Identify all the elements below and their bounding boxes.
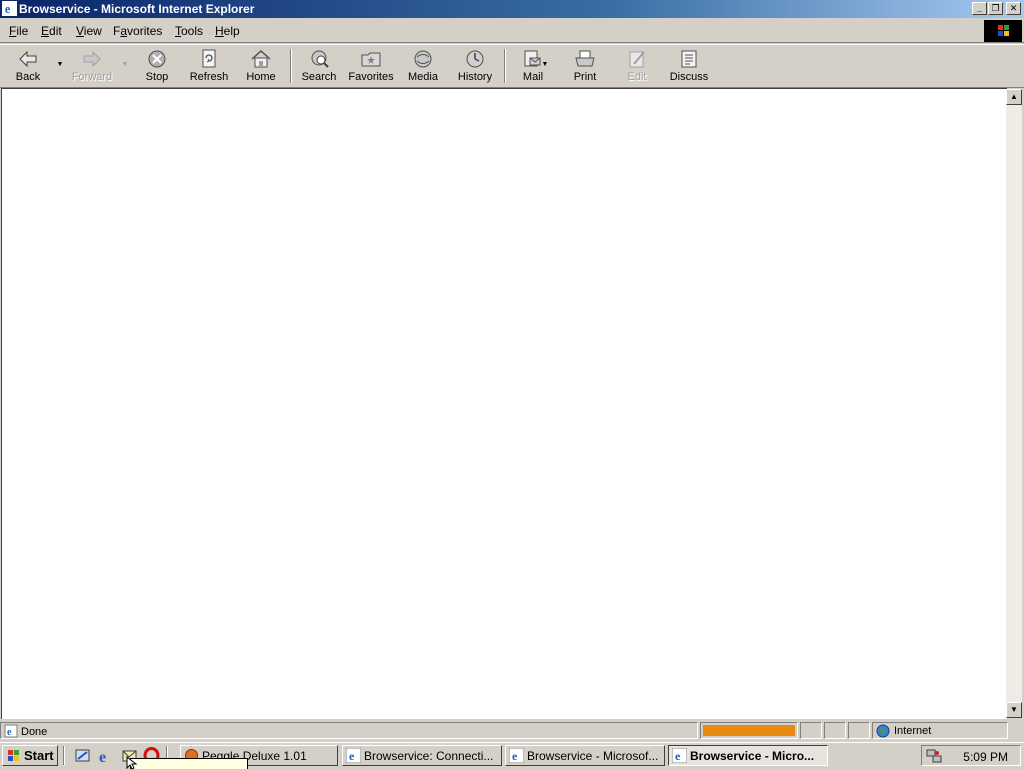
start-button[interactable]: Start [2,745,58,766]
menu-tools[interactable]: Tools [175,24,203,38]
network-icon[interactable] [926,748,942,764]
edit-button[interactable]: Edit [611,45,663,87]
show-desktop-icon[interactable] [74,747,91,764]
home-button[interactable]: Home [235,45,287,87]
menu-file[interactable]: File [9,24,28,38]
ie-icon: e [509,748,524,763]
security-zone-panel: Internet [872,722,1008,739]
restore-button[interactable]: ❐ [988,2,1003,15]
menu-help[interactable]: Help [215,24,240,38]
windows-logo [984,20,1022,42]
status-text-panel: e Done [0,722,698,739]
search-icon [311,50,329,68]
menu-bar: File Edit View Favorites Tools Help [0,20,1024,43]
refresh-button[interactable]: Refresh [183,45,235,87]
svg-text:e: e [99,749,106,764]
home-icon [251,49,271,68]
status-panel-empty [800,722,822,739]
back-dropdown-arrow[interactable]: ▼ [56,61,64,71]
system-tray: 5:09 PM [921,745,1021,766]
menu-view[interactable]: View [76,24,102,38]
ie-page-icon: e [4,724,18,738]
media-button[interactable]: Media [397,45,449,87]
svg-text:e: e [512,749,518,763]
back-button[interactable]: Back [2,45,54,87]
close-button[interactable]: ✕ [1006,2,1021,15]
back-arrow-icon [19,50,37,68]
print-button[interactable]: Print [559,45,611,87]
svg-text:e: e [675,749,681,763]
menu-favorites[interactable]: Favorites [113,24,162,38]
globe-icon [876,724,890,738]
progress-panel [700,722,798,739]
windows-flag-icon [8,750,19,761]
edit-icon [629,51,645,68]
internet-explorer-icon[interactable]: e [97,747,114,764]
status-panel-empty [824,722,846,739]
windows-flag-icon [998,25,1009,36]
mail-button[interactable]: Mail [507,45,559,87]
task-browservice-ie-active[interactable]: e Browservice - Micro... [668,745,828,766]
svg-text:e: e [5,2,11,16]
stop-button[interactable]: Stop [131,45,183,87]
scroll-up-button[interactable]: ▲ [1006,89,1022,105]
scroll-down-button[interactable]: ▼ [1006,702,1022,718]
favorites-icon [361,52,381,67]
title-bar[interactable]: e Browservice - Microsoft Internet Explo… [0,0,1024,18]
status-bar: e Done Internet [0,721,1024,741]
standard-toolbar: Back ▼ Forward ▼ Stop Refresh Home Searc… [0,44,1024,88]
forward-dropdown-arrow[interactable]: ▼ [121,61,129,71]
stop-icon [148,50,166,68]
clock[interactable]: 5:09 PM [963,750,1008,764]
minimize-button[interactable]: _ [972,2,987,15]
ie-icon: e [346,748,361,763]
tooltip [130,758,248,769]
progress-bar-fill [703,725,795,736]
menu-edit[interactable]: Edit [41,24,62,38]
search-button[interactable]: Search [293,45,345,87]
page-content-area[interactable] [1,88,1007,719]
status-panel-empty [848,722,870,739]
taskbar-separator [63,746,65,765]
svg-text:e: e [7,727,12,738]
refresh-icon [202,49,216,68]
history-button[interactable]: History [449,45,501,87]
favorites-button[interactable]: Favorites [345,45,397,87]
task-browservice-ie-1[interactable]: e Browservice - Microsof... [505,745,665,766]
discuss-icon [681,50,697,68]
window-title: Browservice - Microsoft Internet Explore… [19,2,255,16]
ie-icon: e [2,1,17,16]
discuss-button[interactable]: Discuss [663,45,715,87]
vertical-scrollbar[interactable]: ▲ ▼ [1006,89,1022,718]
print-icon [575,50,595,67]
history-icon [466,50,484,68]
ie-icon: e [672,748,687,763]
forward-button[interactable]: Forward [66,45,118,87]
mail-dropdown-arrow[interactable]: ▼ [541,61,549,71]
media-icon [414,50,432,68]
svg-text:e: e [349,749,355,763]
task-browservice-connection[interactable]: e Browservice: Connecti... [342,745,502,766]
forward-arrow-icon [83,50,101,68]
